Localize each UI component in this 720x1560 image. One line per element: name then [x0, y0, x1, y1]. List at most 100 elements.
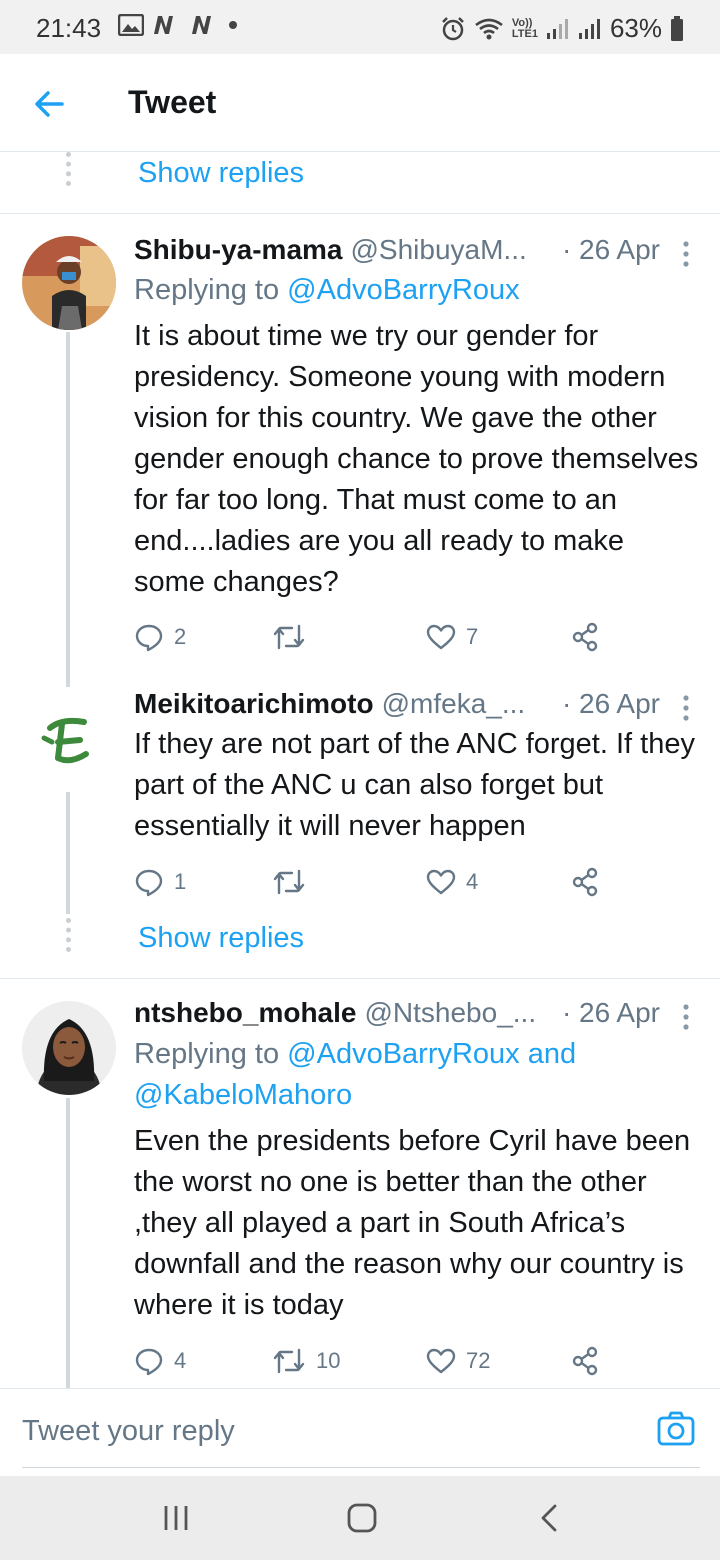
mention-link[interactable]: @KabeloMahoro [134, 1079, 352, 1111]
dot-icon [229, 21, 237, 29]
retweet-button[interactable]: 10 [272, 1341, 340, 1381]
tweet-item[interactable]: Shibu-ya-mama @ShibuyaM... · 26 Apr Repl… [0, 234, 720, 694]
reply-button[interactable]: 4 [134, 1341, 186, 1381]
retweet-icon [273, 869, 305, 895]
home-button[interactable] [340, 1498, 384, 1538]
more-options-button[interactable] [676, 690, 696, 726]
input-underline [22, 1467, 700, 1468]
share-icon [572, 867, 598, 897]
avatar-image [22, 694, 116, 788]
tweet-thread[interactable]: Show replies Shibu-ya-mama @ShibuyaM... … [0, 152, 720, 1388]
tweet-item[interactable]: ntshebo_mohale @Ntshebo_... · 26 Apr Rep… [0, 997, 720, 1388]
tweet-actions: 2 7 [134, 617, 614, 657]
back-button[interactable] [28, 82, 72, 126]
reply-count: 4 [174, 1348, 187, 1373]
more-vertical-icon [683, 1004, 689, 1030]
share-icon [572, 1346, 598, 1376]
avatar-image [22, 236, 116, 330]
tweet-actions: 4 10 72 [134, 1341, 614, 1381]
image-notification-icon [118, 14, 144, 36]
recent-apps-icon [164, 1506, 188, 1530]
notification-icons [118, 14, 238, 36]
reply-button[interactable]: 2 [134, 617, 186, 657]
thread-line [66, 332, 70, 687]
display-name[interactable]: ntshebo_mohale [134, 997, 356, 1029]
news-app-notification-icon [154, 16, 173, 34]
mention-link[interactable]: @AdvoBarryRoux and [287, 1038, 576, 1070]
heart-icon [426, 624, 456, 650]
thread-line [66, 792, 70, 914]
tweet-reply-input[interactable]: Tweet your reply [22, 1415, 622, 1448]
tweet-text: Even the presidents before Cyril have be… [134, 1125, 691, 1321]
replying-to-label: Replying to [134, 274, 288, 306]
status-right: Vo)) LTE1 63% [440, 13, 684, 44]
reply-icon [135, 624, 163, 652]
user-handle[interactable]: @Ntshebo_... [364, 997, 536, 1029]
avatar[interactable] [22, 694, 116, 788]
share-button[interactable] [570, 1341, 600, 1381]
battery-icon [671, 15, 683, 41]
retweet-icon [273, 624, 305, 650]
divider [0, 213, 720, 214]
app-header: Tweet [0, 54, 720, 152]
chevron-left-icon [541, 1504, 557, 1532]
replying-to: Replying to @AdvoBarryRoux and @KabeloMa… [134, 1034, 694, 1116]
arrow-left-icon [35, 91, 64, 117]
retweet-button[interactable] [272, 862, 316, 902]
tweet-date: · 26 Apr [561, 997, 660, 1028]
tweet-date: · 26 Apr [561, 234, 660, 265]
battery-percent: 63% [609, 13, 662, 43]
heart-icon [426, 1348, 456, 1374]
thread-dots [66, 918, 71, 952]
like-count: 72 [466, 1348, 491, 1373]
status-bar: 21:43 Vo)) LTE1 63% [0, 0, 720, 54]
like-button[interactable]: 4 [426, 862, 478, 902]
show-replies-link[interactable]: Show replies [138, 157, 304, 190]
display-name[interactable]: Meikitoarichimoto [134, 688, 374, 720]
share-button[interactable] [570, 862, 600, 902]
volte-label: Vo)) LTE1 [511, 16, 538, 40]
retweet-button[interactable] [272, 617, 316, 657]
system-back-button[interactable] [528, 1498, 572, 1538]
recent-apps-button[interactable] [154, 1498, 198, 1538]
tweet-actions: 1 4 [134, 862, 614, 902]
more-options-button[interactable] [676, 236, 696, 272]
like-button[interactable]: 7 [426, 617, 478, 657]
reply-count: 2 [174, 624, 187, 649]
share-icon [572, 622, 598, 652]
tweet-text: It is about time we try our gender for p… [134, 320, 699, 598]
tweet-date: · 26 Apr [561, 688, 660, 719]
tweet-item[interactable]: Meikitoarichimoto @mfeka_... · 26 Apr If… [0, 688, 720, 988]
signal-icon-2 [578, 18, 600, 39]
mention-link[interactable]: @AdvoBarryRoux [287, 274, 520, 306]
avatar[interactable] [22, 236, 116, 330]
thread-line [66, 1098, 70, 1388]
more-vertical-icon [683, 695, 689, 721]
share-button[interactable] [570, 617, 600, 657]
more-options-button[interactable] [676, 999, 696, 1035]
tweet-text: If they are not part of the ANC forget. … [134, 728, 695, 842]
retweet-count: 10 [316, 1348, 341, 1373]
reply-count: 1 [174, 869, 187, 894]
reply-icon [135, 869, 163, 897]
like-count: 7 [466, 624, 479, 649]
news-app-notification-icon-2 [192, 16, 211, 34]
replying-to-label: Replying to [134, 1038, 288, 1070]
status-time: 21:43 [36, 13, 102, 43]
system-nav-bar [0, 1476, 720, 1560]
like-button[interactable]: 72 [426, 1341, 490, 1381]
replying-to: Replying to @AdvoBarryRoux [134, 270, 694, 311]
user-handle[interactable]: @mfeka_... [382, 688, 526, 720]
avatar[interactable] [22, 1001, 116, 1095]
camera-icon [657, 1411, 695, 1446]
retweet-icon [273, 1348, 305, 1374]
display-name[interactable]: Shibu-ya-mama [134, 234, 343, 266]
camera-button[interactable] [656, 1409, 700, 1453]
reply-icon [135, 1348, 163, 1376]
avatar-image [22, 1001, 116, 1095]
alarm-icon [441, 16, 464, 40]
reply-button[interactable]: 1 [134, 862, 186, 902]
user-handle[interactable]: @ShibuyaM... [351, 234, 527, 266]
wifi-icon [475, 18, 503, 39]
show-replies-link[interactable]: Show replies [138, 922, 304, 955]
